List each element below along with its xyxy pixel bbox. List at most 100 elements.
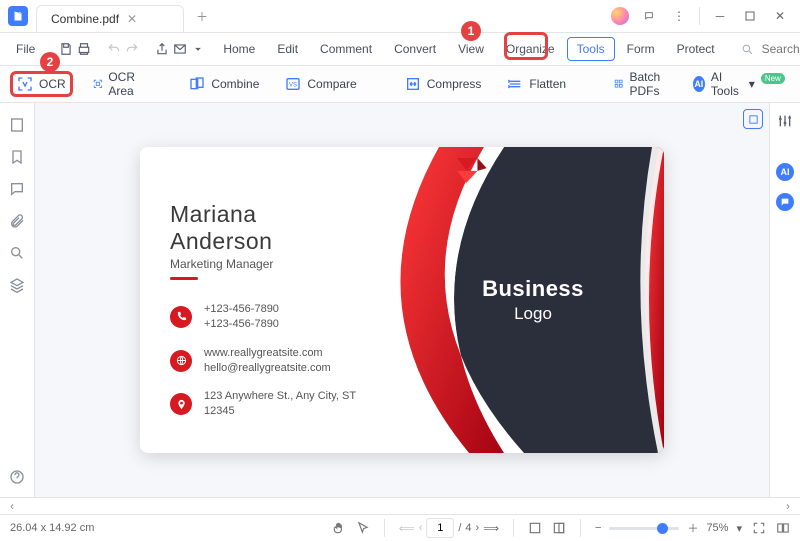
page-sep: / [458,522,461,534]
hand-tool-icon[interactable] [332,521,346,535]
tool-combine[interactable]: Combine [183,72,265,96]
view-mode-icon[interactable] [743,109,763,129]
logo-title: Business [482,276,584,302]
redo-icon[interactable] [125,37,139,61]
fit-page-icon[interactable] [528,521,542,535]
fullscreen-icon[interactable] [752,521,766,535]
fit-width-icon[interactable] [552,521,566,535]
attachments-icon[interactable] [9,213,25,229]
menu-home[interactable]: Home [213,37,265,61]
tool-batch[interactable]: Batch PDFs [608,66,673,102]
save-icon[interactable] [59,37,73,61]
tool-ocr[interactable]: OCR [10,71,73,97]
share-icon[interactable] [155,37,169,61]
menu-convert[interactable]: Convert [384,37,446,61]
ai-orb-icon[interactable] [611,7,629,25]
menu-form[interactable]: Form [617,37,665,61]
ai-chat-icon[interactable] [776,193,794,211]
tool-batch-label: Batch PDFs [629,70,666,98]
new-badge: New [761,73,785,84]
tool-compress[interactable]: Compress [399,72,488,96]
comments-icon[interactable] [9,181,25,197]
email: hello@reallygreatsite.com [204,361,331,376]
add-tab-button[interactable]: ＋ [190,4,214,28]
menu-file[interactable]: File [8,42,43,56]
annotation-2: 2 [40,52,60,72]
logo-icon [448,147,494,193]
dimensions-readout: 26.04 x 14.92 cm [10,522,94,534]
email-icon[interactable] [173,37,187,61]
zoom-slider[interactable] [609,527,679,530]
zoom-chevron-icon[interactable]: ▾ [736,522,742,535]
website: www.reallygreatsite.com [204,346,331,361]
phone-2: +123-456-7890 [204,317,279,332]
feedback-icon[interactable] [635,4,663,28]
tool-ai-label: AI Tools [711,70,743,98]
window-minimize[interactable]: ─ [706,4,734,28]
zoom-value: 75% [706,522,728,534]
ocr-icon [17,76,33,92]
search-input[interactable] [760,41,800,57]
business-card: Business Logo Mariana Anderson Marketing… [140,147,664,453]
menu-tools[interactable]: Tools [567,37,615,61]
document-tab[interactable]: Combine.pdf ✕ [36,5,184,32]
menu-edit[interactable]: Edit [267,37,308,61]
phone-icon [170,306,192,328]
phone-1: +123-456-7890 [204,302,279,317]
tool-ocr-area[interactable]: OCR Area [87,66,148,102]
tool-compare[interactable]: VS Compare [279,72,362,96]
tool-ai[interactable]: AI AI Tools ▾ New [687,66,791,102]
kebab-menu-icon[interactable]: ⋮ [665,4,693,28]
select-tool-icon[interactable] [356,521,370,535]
left-sidebar [0,103,35,497]
properties-icon[interactable] [777,113,793,129]
read-mode-icon[interactable] [776,521,790,535]
batch-icon [614,76,623,92]
first-page-icon[interactable]: ⟸ [399,522,415,535]
address-1: 123 Anywhere St., Any City, ST [204,389,356,404]
horizontal-scrollbar[interactable]: ‹ › [0,497,800,514]
ai-sidebar-icon[interactable]: AI [776,163,794,181]
page-input[interactable] [426,518,454,538]
menu-comment[interactable]: Comment [310,37,382,61]
prev-page-icon[interactable]: ‹ [419,522,423,534]
zoom-in-icon[interactable]: ＋ [687,520,698,536]
zoom-out-icon[interactable]: − [595,522,601,534]
tool-ocr-label: OCR [39,77,66,91]
page-total: 4 [465,522,471,534]
window-maximize[interactable] [736,4,764,28]
layers-icon[interactable] [9,277,25,293]
card-name: Mariana Anderson [170,201,364,255]
tool-compare-label: Compare [307,77,356,91]
dropdown-icon[interactable] [191,37,205,61]
app-icon [8,6,28,26]
address-2: 12345 [204,404,356,419]
svg-text:VS: VS [289,83,297,89]
thumbnails-icon[interactable] [9,117,25,133]
zoom-control: − ＋ 75% ▾ [595,520,742,536]
chevron-down-icon: ▾ [749,77,755,91]
ai-icon: AI [693,76,705,92]
close-tab-icon[interactable]: ✕ [127,12,137,26]
location-icon [170,393,192,415]
help-icon[interactable] [9,469,25,497]
document-canvas[interactable]: Business Logo Mariana Anderson Marketing… [35,103,769,497]
bookmarks-icon[interactable] [9,149,25,165]
last-page-icon[interactable]: ⟹ [483,522,499,535]
search-tools[interactable] [733,41,800,57]
next-page-icon[interactable]: › [476,522,480,534]
menu-protect[interactable]: Protect [667,37,725,61]
menu-organize[interactable]: Organize [496,37,565,61]
scroll-left-icon[interactable]: ‹ [4,499,20,513]
scroll-right-icon[interactable]: › [780,499,796,513]
tab-title: Combine.pdf [51,12,119,26]
menu-bar: File Home Edit Comment Convert View Orga… [0,33,800,66]
search-panel-icon[interactable] [9,245,25,261]
flatten-icon [507,76,523,92]
print-icon[interactable] [77,37,91,61]
window-close[interactable]: ✕ [766,4,794,28]
tool-flatten[interactable]: Flatten [501,72,572,96]
combine-icon [189,76,205,92]
page-navigator: ⟸ ‹ / 4 › ⟹ [399,518,499,538]
undo-icon[interactable] [107,37,121,61]
